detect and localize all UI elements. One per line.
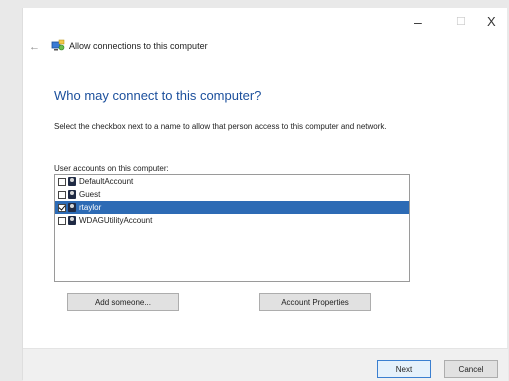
minimize-button[interactable]: – <box>414 14 422 30</box>
user-account-icon <box>68 216 76 225</box>
account-checkbox-checked[interactable] <box>58 203 66 212</box>
account-checkbox[interactable] <box>58 216 66 225</box>
account-properties-button[interactable]: Account Properties <box>259 293 371 311</box>
close-button[interactable]: X <box>487 14 496 30</box>
add-someone-button[interactable]: Add someone... <box>67 293 179 311</box>
page-heading: Who may connect to this computer? <box>54 88 262 103</box>
account-name: Guest <box>79 190 101 199</box>
cancel-button[interactable]: Cancel <box>444 360 498 378</box>
wizard-footer: Next Cancel <box>23 348 508 381</box>
maximize-button[interactable]: ☐ <box>456 14 466 30</box>
instructions-text: Select the checkbox next to a name to al… <box>54 122 387 131</box>
wizard-title: Allow connections to this computer <box>69 41 208 51</box>
list-item-wdagutilityaccount[interactable]: WDAGUtilityAccount <box>55 214 409 227</box>
user-account-icon <box>68 190 76 199</box>
network-connection-icon <box>51 39 65 51</box>
account-name: rtaylor <box>79 203 102 212</box>
list-item-defaultaccount[interactable]: DefaultAccount <box>55 175 409 188</box>
account-checkbox[interactable] <box>58 190 66 199</box>
user-account-icon <box>68 203 76 212</box>
account-checkbox[interactable] <box>58 177 66 186</box>
accounts-list-label: User accounts on this computer: <box>54 164 169 173</box>
list-item-guest[interactable]: Guest <box>55 188 409 201</box>
back-arrow-icon[interactable]: ← <box>29 41 40 53</box>
user-account-icon <box>68 177 76 186</box>
account-name: WDAGUtilityAccount <box>79 216 153 225</box>
next-button[interactable]: Next <box>377 360 431 378</box>
wizard-window: – ☐ X ← Allow connections to this comput… <box>22 8 508 381</box>
account-name: DefaultAccount <box>79 177 134 186</box>
list-item-rtaylor[interactable]: rtaylor <box>55 201 409 214</box>
user-accounts-list[interactable]: DefaultAccount Guest rtaylor WDAGUtility… <box>54 174 410 282</box>
